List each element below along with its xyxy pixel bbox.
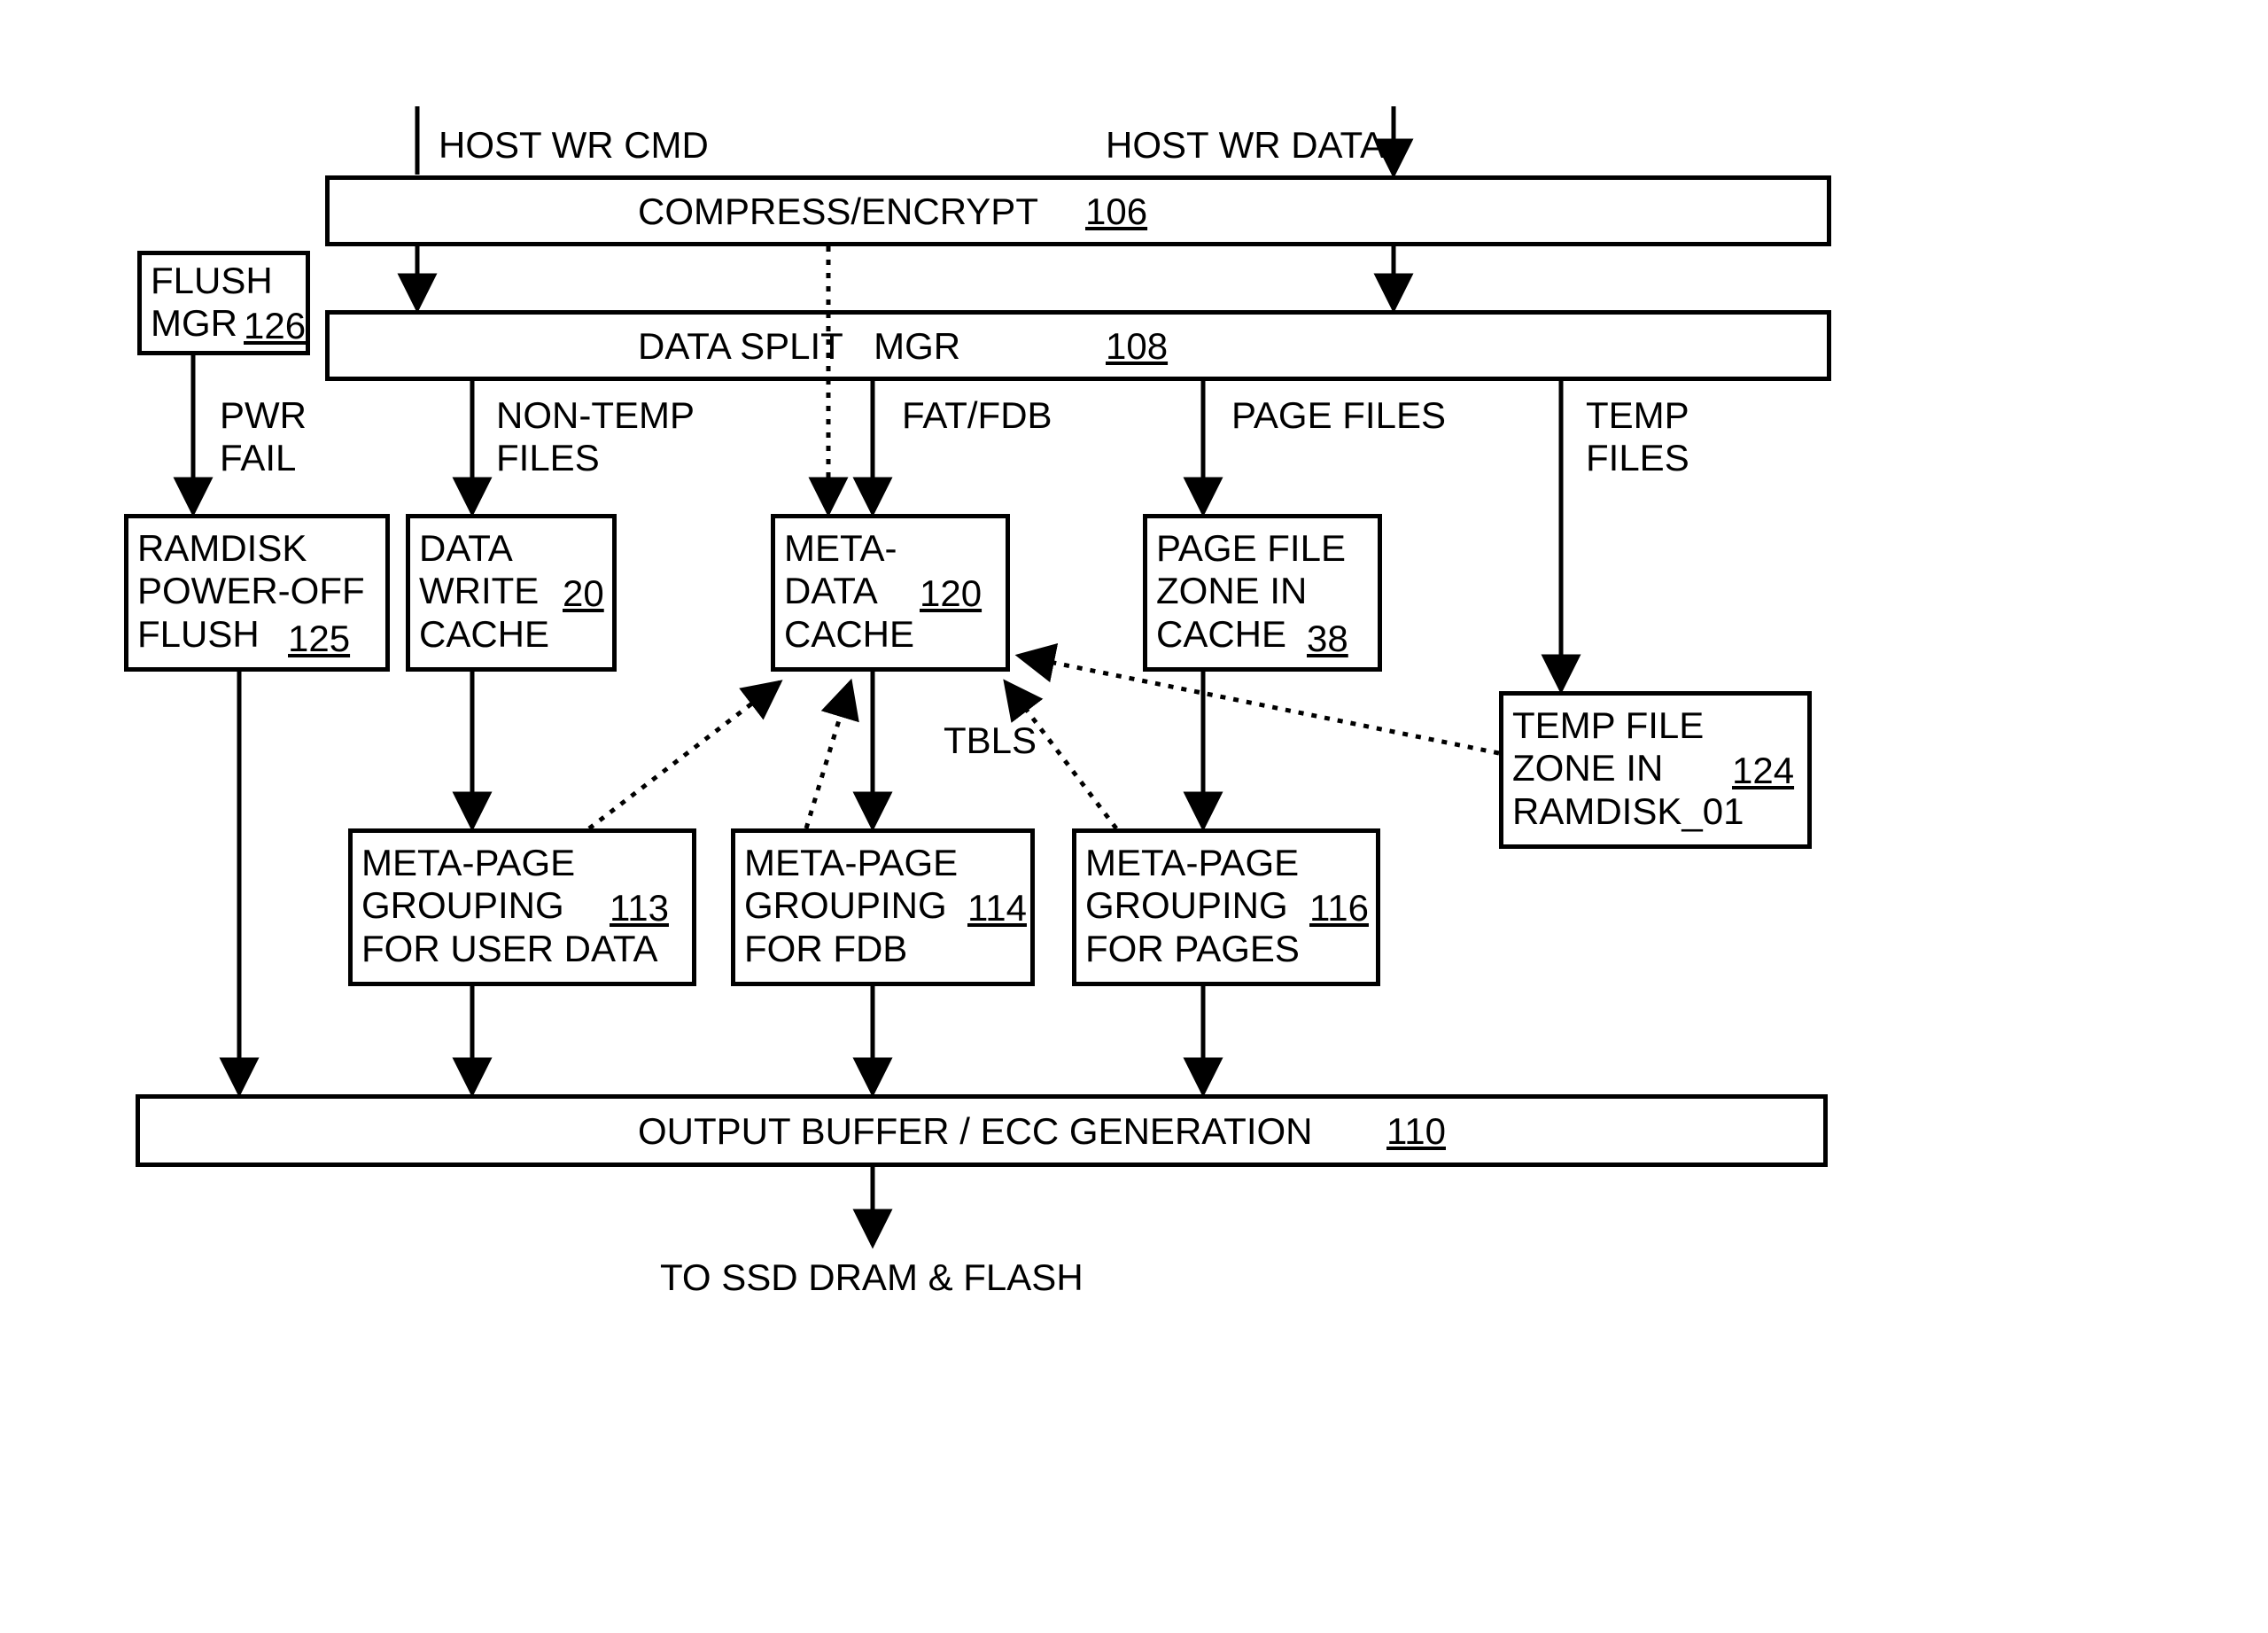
ref-data-split-mgr: 108 <box>1106 325 1168 368</box>
label-mpg-pages: META-PAGE GROUPING FOR PAGES <box>1085 842 1300 970</box>
ref-output-buffer: 110 <box>1386 1110 1446 1153</box>
ref-page-file-zone: 38 <box>1307 618 1348 660</box>
label-host-wr-data: HOST WR DATA <box>1106 124 1385 167</box>
label-pwr-fail: PWR FAIL <box>220 394 307 480</box>
label-temp-files: TEMP FILES <box>1586 394 1689 480</box>
ref-mpg-pages: 116 <box>1309 887 1369 929</box>
ref-ramdisk-flush: 125 <box>288 618 350 660</box>
label-host-wr-cmd: HOST WR CMD <box>439 124 709 167</box>
label-fat-fdb: FAT/FDB <box>902 394 1052 437</box>
diagram-canvas: HOST WR CMD HOST WR DATA COMPRESS/ENCRYP… <box>0 0 2268 1633</box>
label-meta-data-cache: META- DATA CACHE <box>784 527 914 656</box>
label-data-split-mgr: DATA SPLIT MGR <box>638 325 960 368</box>
box-data-split-mgr <box>325 310 1831 381</box>
label-data-write-cache: DATA WRITE CACHE <box>419 527 549 656</box>
label-mpg-fdb: META-PAGE GROUPING FOR FDB <box>744 842 958 970</box>
ref-flush-mgr: 126 <box>244 305 306 347</box>
label-tbls: TBLS <box>944 719 1037 762</box>
ref-compress-encrypt: 106 <box>1085 191 1147 233</box>
ref-mpg-user: 113 <box>610 887 669 929</box>
ref-mpg-fdb: 114 <box>967 887 1027 929</box>
label-output-buffer: OUTPUT BUFFER / ECC GENERATION <box>638 1110 1313 1153</box>
label-to-ssd: TO SSD DRAM & FLASH <box>660 1256 1084 1299</box>
label-temp-file-zone: TEMP FILE ZONE IN RAMDISK_01 <box>1512 704 1744 833</box>
box-compress-encrypt <box>325 175 1831 246</box>
label-compress-encrypt: COMPRESS/ENCRYPT <box>638 191 1038 233</box>
label-non-temp-files: NON-TEMP FILES <box>496 394 695 480</box>
label-page-files: PAGE FILES <box>1231 394 1446 437</box>
ref-meta-data-cache: 120 <box>920 572 982 615</box>
ref-temp-file-zone: 124 <box>1732 750 1794 792</box>
ref-data-write-cache: 20 <box>563 572 604 615</box>
